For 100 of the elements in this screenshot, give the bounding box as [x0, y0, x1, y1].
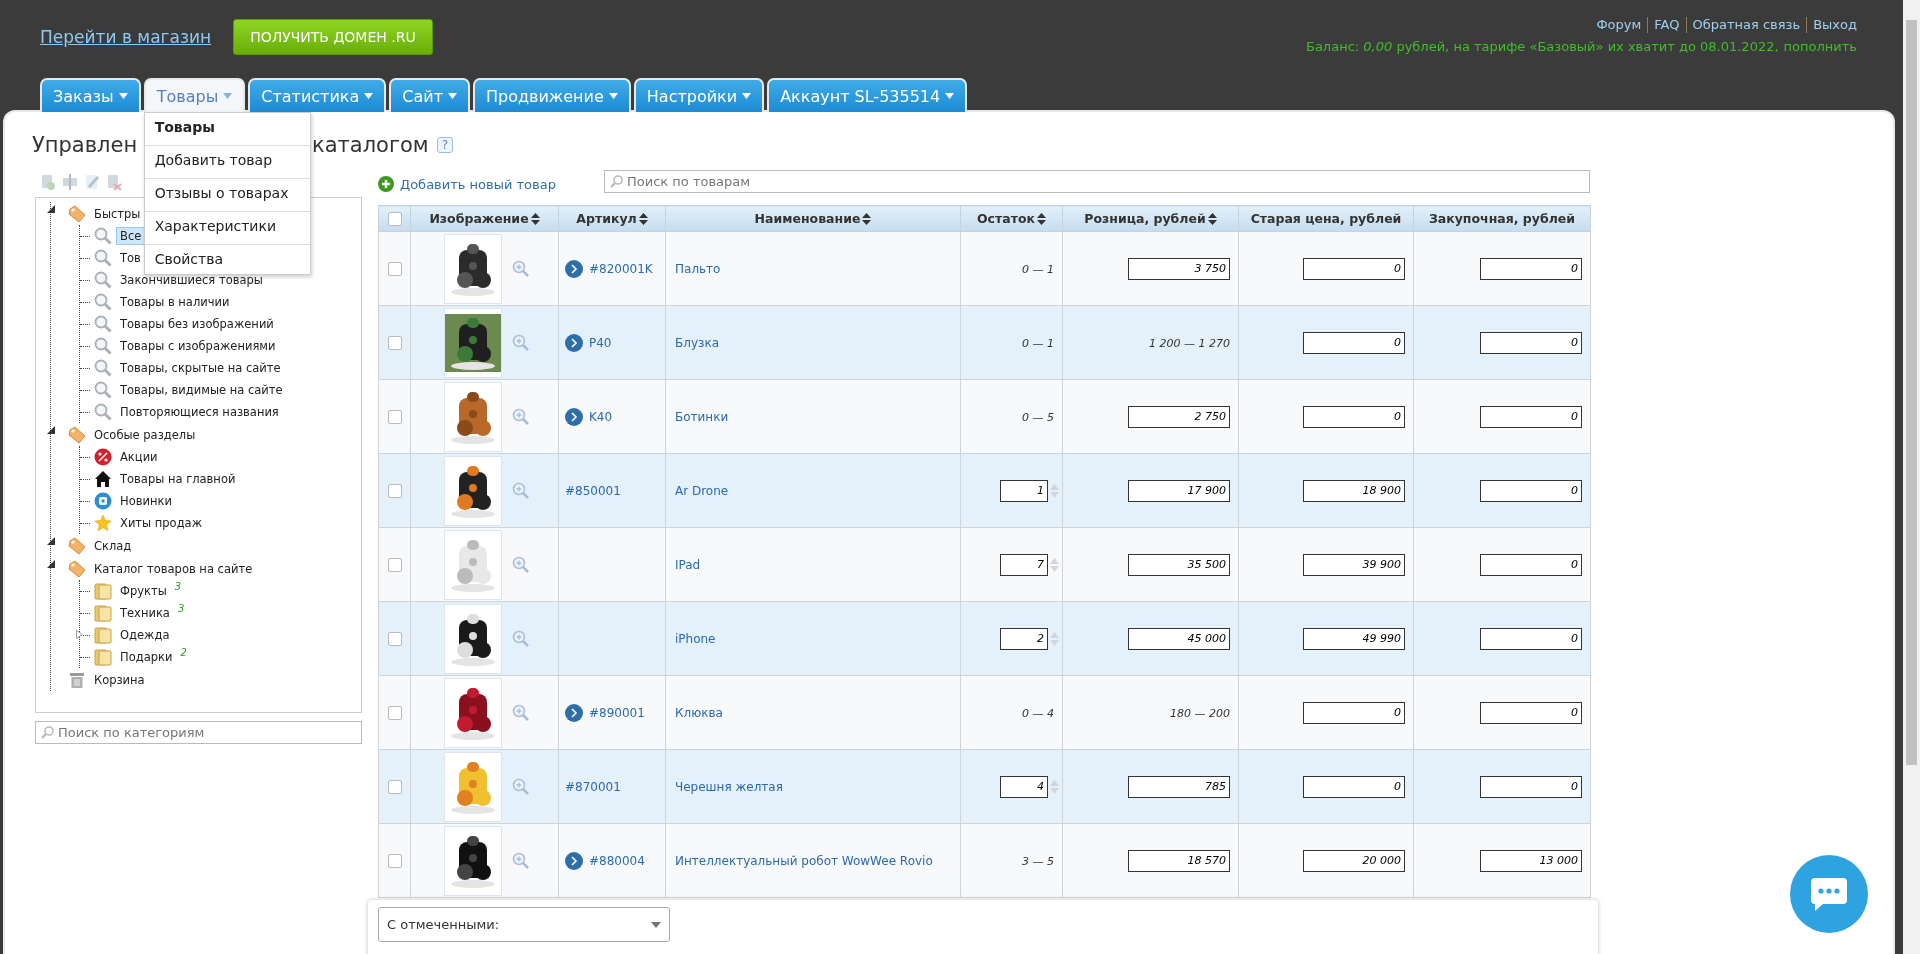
spinner-icon[interactable] [1050, 482, 1059, 499]
price-input[interactable]: 35 500 [1128, 553, 1230, 576]
purchase-price-input[interactable]: 0 [1480, 479, 1582, 502]
scrollbar[interactable] [1903, 0, 1920, 954]
tree-item[interactable]: Новинки [116, 492, 176, 510]
purchase-price-input[interactable]: 0 [1480, 331, 1582, 354]
product-name-link[interactable]: Ботинки [670, 409, 729, 424]
menu-item[interactable]: Товары [144, 113, 310, 142]
old-price-input[interactable]: 0 [1303, 405, 1405, 428]
product-name-link[interactable]: Черешня желтая [670, 779, 783, 794]
top-up-link[interactable]: пополнить [1783, 39, 1857, 54]
sort-icon[interactable] [862, 212, 872, 225]
add-product-link[interactable]: Добавить новый товар [378, 176, 604, 192]
header-link[interactable]: Выход [1806, 17, 1857, 33]
purchase-price-input[interactable]: 13 000 [1480, 849, 1582, 872]
tree-item[interactable]: Товары без изображений [116, 315, 278, 333]
spinner-icon[interactable] [1050, 630, 1059, 647]
zoom-icon[interactable] [512, 629, 530, 648]
nav-tab[interactable]: Товары [143, 78, 246, 112]
stock-input[interactable]: 4 [1000, 775, 1048, 798]
price-input[interactable]: 17 900 [1128, 479, 1230, 502]
purchase-price-input[interactable]: 0 [1480, 701, 1582, 724]
expander-icon[interactable] [47, 560, 55, 568]
tree-item[interactable]: Товары, видимые на сайте [116, 381, 287, 399]
expander-icon[interactable] [47, 537, 55, 545]
purchase-price-input[interactable]: 0 [1480, 553, 1582, 576]
sku-link[interactable]: P40 [589, 335, 612, 350]
product-name-link[interactable]: Интеллектуальный робот WowWee Rovio [670, 853, 933, 868]
expander-icon[interactable] [47, 205, 55, 213]
tree-item[interactable]: Фрукты [116, 582, 171, 600]
price-input[interactable]: 3 750 [1128, 257, 1230, 280]
row-checkbox[interactable] [387, 853, 402, 868]
product-name-link[interactable]: Блузка [670, 335, 719, 350]
shop-link[interactable]: Перейти в магазин [40, 27, 212, 47]
row-checkbox[interactable] [387, 335, 402, 350]
price-input[interactable]: 785 [1128, 775, 1230, 798]
zoom-icon[interactable] [512, 555, 530, 574]
stock-input[interactable]: 1 [1000, 479, 1048, 502]
stock-input[interactable]: 2 [1000, 627, 1048, 650]
row-checkbox[interactable] [387, 483, 402, 498]
zoom-icon[interactable] [512, 481, 530, 500]
row-checkbox[interactable] [387, 261, 402, 276]
header-link[interactable]: Форум [1590, 17, 1648, 33]
product-name-link[interactable]: Ar Drone [670, 483, 729, 498]
old-price-input[interactable]: 20 000 [1303, 849, 1405, 872]
old-price-input[interactable]: 0 [1303, 775, 1405, 798]
price-input[interactable]: 45 000 [1128, 627, 1230, 650]
chevron-circle-icon[interactable] [565, 407, 583, 426]
bulk-action-select[interactable]: С отмеченными: [378, 907, 670, 942]
sku-link[interactable]: #820001K [589, 261, 653, 276]
row-checkbox[interactable] [387, 631, 402, 646]
tree-item[interactable]: Хиты продаж [116, 514, 206, 532]
tree-item[interactable]: Все [116, 227, 146, 245]
row-checkbox[interactable] [387, 409, 402, 424]
zoom-icon[interactable] [512, 703, 530, 722]
chevron-circle-icon[interactable] [565, 703, 583, 722]
zoom-icon[interactable] [512, 407, 530, 426]
product-name-link[interactable]: Пальто [670, 261, 721, 276]
expander-icon[interactable] [76, 630, 83, 639]
sort-icon[interactable] [1037, 212, 1046, 225]
sku-link[interactable]: K40 [589, 409, 613, 424]
tree-item[interactable]: Склад [90, 536, 136, 555]
sort-icon[interactable] [1207, 212, 1217, 225]
stock-input[interactable]: 7 [1000, 553, 1048, 576]
tree-item[interactable]: Одежда [116, 626, 174, 644]
spinner-icon[interactable] [1050, 778, 1059, 795]
tree-item[interactable]: Товары, скрытые на сайте [116, 359, 285, 377]
sort-icon[interactable] [638, 212, 648, 225]
sort-icon[interactable] [530, 212, 540, 225]
product-search-field[interactable]: Поиск по товарам [604, 169, 1590, 193]
select-all-checkbox[interactable] [387, 212, 402, 227]
zoom-icon[interactable] [512, 259, 530, 278]
purchase-price-input[interactable]: 0 [1480, 405, 1582, 428]
purchase-price-input[interactable]: 0 [1480, 627, 1582, 650]
sku-link[interactable]: #890001 [589, 705, 645, 720]
row-checkbox[interactable] [387, 779, 402, 794]
header-link[interactable]: Обратная связь [1685, 17, 1807, 33]
price-input[interactable]: 18 570 [1128, 849, 1230, 872]
spinner-icon[interactable] [1050, 556, 1059, 573]
tree-item[interactable]: Товары на главной [116, 470, 240, 488]
row-checkbox[interactable] [387, 557, 402, 572]
sku-link[interactable]: #880004 [589, 853, 645, 868]
tree-item[interactable]: Товары с изображениями [116, 337, 280, 355]
price-input[interactable]: 2 750 [1128, 405, 1230, 428]
sku-link[interactable]: #850001 [565, 483, 621, 498]
zoom-icon[interactable] [512, 851, 530, 870]
old-price-input[interactable]: 0 [1303, 331, 1405, 354]
chevron-circle-icon[interactable] [565, 259, 583, 278]
old-price-input[interactable]: 0 [1303, 701, 1405, 724]
expander-icon[interactable] [47, 426, 55, 434]
tree-item[interactable]: Акции [116, 448, 162, 466]
tree-item[interactable]: Тов [116, 249, 145, 267]
old-price-input[interactable]: 39 900 [1303, 553, 1405, 576]
header-link[interactable]: FAQ [1647, 17, 1686, 33]
purchase-price-input[interactable]: 0 [1480, 775, 1582, 798]
zoom-icon[interactable] [512, 777, 530, 796]
zoom-icon[interactable] [512, 333, 530, 352]
old-price-input[interactable]: 0 [1303, 257, 1405, 280]
row-checkbox[interactable] [387, 705, 402, 720]
chevron-circle-icon[interactable] [565, 333, 583, 352]
